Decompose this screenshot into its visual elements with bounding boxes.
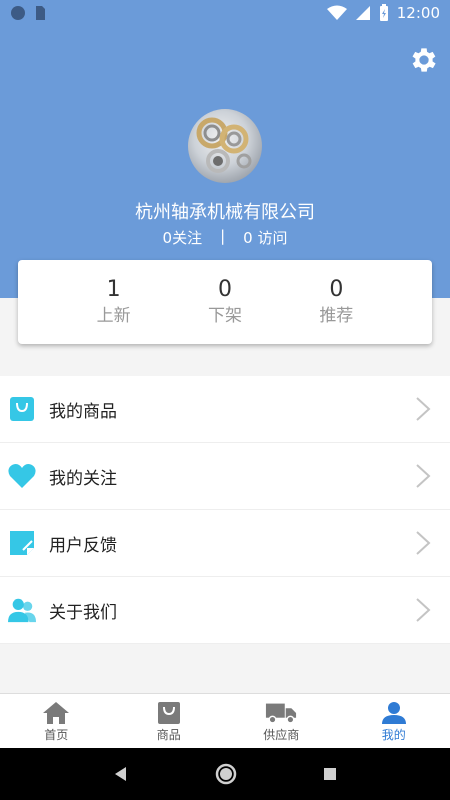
stat-new[interactable]: 1 上新 (74, 276, 154, 328)
truck-icon (265, 699, 297, 727)
notification-dot-icon (11, 6, 25, 20)
wifi-icon (326, 5, 347, 20)
stat-value: 0 (217, 277, 232, 302)
home-icon (40, 699, 72, 727)
tab-mine[interactable]: 我的 (338, 694, 450, 748)
status-bar: 12:00 (0, 0, 450, 26)
chevron-right-icon (416, 598, 431, 622)
status-right: 12:00 (326, 4, 440, 22)
recent-apps-icon[interactable] (323, 767, 337, 781)
status-time: 12:00 (396, 4, 440, 22)
shopping-bag-icon (8, 395, 36, 423)
bearing-image (196, 117, 252, 173)
stat-label: 推荐 (319, 306, 354, 326)
stats-card: 1 上新 0 下架 0 推荐 (18, 260, 432, 344)
stat-label: 下架 (207, 306, 242, 326)
separator: | (220, 227, 226, 245)
tab-label: 供应商 (263, 728, 300, 742)
heart-icon (8, 462, 36, 490)
system-nav-bar (0, 748, 450, 800)
stat-value: 1 (106, 277, 121, 302)
status-left (10, 5, 46, 21)
back-icon[interactable] (113, 766, 129, 782)
visit-count[interactable]: 0 访问 (243, 227, 287, 248)
chevron-right-icon (416, 397, 431, 421)
chevron-right-icon (416, 531, 431, 555)
stat-recommended[interactable]: 0 推荐 (296, 276, 376, 328)
menu-label: 关于我们 (49, 602, 117, 623)
tab-home[interactable]: 首页 (0, 694, 113, 748)
bag-icon (153, 699, 185, 727)
tab-label: 首页 (44, 728, 69, 742)
tab-label: 商品 (156, 728, 181, 742)
menu-label: 我的商品 (49, 401, 117, 422)
sd-card-icon (36, 6, 45, 20)
stat-value: 0 (329, 277, 344, 302)
user-icon (378, 699, 410, 727)
menu-item-about-us[interactable]: 关于我们 (0, 577, 450, 644)
cell-signal-icon (355, 6, 370, 20)
stat-label: 上新 (96, 306, 131, 326)
menu-item-my-products[interactable]: 我的商品 (0, 376, 450, 443)
menu-list: 我的商品 我的关注 用户反馈 关于我们 (0, 376, 450, 644)
menu-label: 用户反馈 (49, 535, 117, 556)
tab-products[interactable]: 商品 (113, 694, 226, 748)
follow-count[interactable]: 0关注 (163, 227, 203, 248)
menu-label: 我的关注 (49, 468, 117, 489)
tab-label: 我的 (381, 728, 406, 742)
menu-item-feedback[interactable]: 用户反馈 (0, 510, 450, 577)
menu-item-my-follows[interactable]: 我的关注 (0, 443, 450, 510)
battery-icon (379, 4, 388, 21)
company-avatar[interactable] (188, 109, 262, 183)
people-icon (8, 596, 36, 624)
company-name: 杭州轴承机械有限公司 (135, 202, 315, 223)
follow-visit-line: 0关注 | 0 访问 (0, 227, 450, 248)
bottom-tab-bar: 首页 商品 供应商 我的 (0, 693, 450, 748)
stat-delisted[interactable]: 0 下架 (185, 276, 265, 328)
home-circle-icon[interactable] (215, 763, 237, 785)
feedback-note-icon (8, 529, 36, 557)
settings-gear-icon[interactable] (408, 44, 440, 76)
chevron-right-icon (416, 464, 431, 488)
tab-suppliers[interactable]: 供应商 (225, 694, 338, 748)
